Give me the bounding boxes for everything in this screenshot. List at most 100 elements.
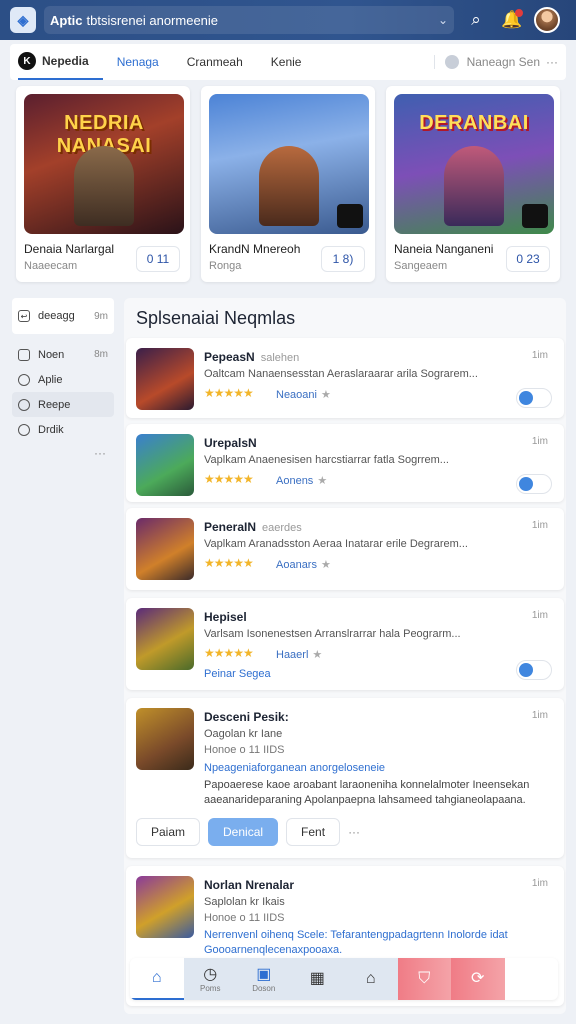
sidebar-item-aplie[interactable]: Aplie (12, 367, 114, 392)
install-toggle[interactable] (516, 660, 552, 680)
hero-figure (259, 146, 319, 226)
search-text: tbtsisrenei anormeenie (86, 12, 219, 28)
search-icon[interactable]: ⌕ (462, 6, 490, 34)
featured-card[interactable]: NEDRIA NANASAI Denaia Narlargal Naaeecam… (16, 86, 190, 282)
tab-right-menu[interactable]: Naneagn Sen ··· (433, 55, 558, 69)
rating-label: Neaoani ★ (276, 388, 331, 401)
list-item[interactable]: PepeasN salehen 1im Oaltcam Nanaensesstan… (126, 338, 564, 418)
notification-bell-icon[interactable]: 🔔 (498, 6, 526, 34)
featured-card[interactable]: KrandN Mnereoh Ronga 1 8) (201, 86, 375, 282)
featured-count-pill[interactable]: 1 8) (321, 246, 365, 272)
star-icon: ★ (320, 559, 331, 571)
tab-nepedia[interactable]: K Nepedia (18, 44, 103, 80)
game-thumbnail (136, 608, 194, 670)
featured-card[interactable]: DERANBAI Naneia Nanganeni Sangeaem 0 23 (386, 86, 560, 282)
detail-link[interactable]: Npeageniaforganean anorgeloseneie (204, 762, 385, 774)
circle-icon (18, 373, 30, 386)
rating-badge-icon (522, 204, 548, 228)
sidebar-item-drdik[interactable]: Drdik (12, 417, 114, 442)
game-thumbnail (136, 708, 194, 770)
game-time: 1im (531, 710, 548, 721)
star-rating-icon: ★★★★★ (204, 556, 254, 570)
nav-grid[interactable]: ▦ (290, 958, 344, 1000)
nav-window[interactable]: ▣ Doson (237, 958, 291, 1000)
cover-title: DERANBAI (419, 112, 529, 134)
game-description: Oaltcam Nanaensesstan Aeraslaraarar aril… (204, 368, 478, 380)
detail-card[interactable]: Desceni Pesik: 1im Oagolan kr Iane Honoe… (126, 698, 564, 858)
game-thumbnail (136, 518, 194, 580)
game-cover-image: DERANBAI (394, 94, 554, 234)
tab-cranmeah[interactable]: Cranmeah (173, 44, 257, 80)
star-icon: ★ (317, 475, 328, 487)
chevron-down-icon[interactable]: ⌄ (438, 13, 448, 27)
nav-refresh[interactable]: ⟳ (451, 958, 505, 1000)
install-toggle[interactable] (516, 474, 552, 494)
tab-nenaga[interactable]: Nenaga (103, 44, 173, 80)
house-icon: ⌂ (365, 970, 376, 987)
sidebar-item-reepe[interactable]: Reepe (12, 392, 114, 417)
install-toggle[interactable] (516, 388, 552, 408)
rating-label: Haaerl ★ (276, 648, 322, 661)
sidebar-item-count: 8m (94, 349, 108, 360)
game-name: Desceni Pesik: (204, 710, 289, 724)
sidebar-more-icon[interactable]: ··· (12, 446, 114, 460)
detail-description: Papoaerese kaoe aroabant laraoneniha kon… (204, 779, 530, 806)
game-cover-image (209, 94, 369, 234)
tertiary-button[interactable]: Fent (286, 818, 341, 846)
list-item[interactable]: PeneraIN eaerdes 1im Vaplkam Aranadsston … (126, 508, 564, 590)
sidebar-header[interactable]: ↩ deeagg 9m (12, 298, 114, 334)
featured-count-pill[interactable]: 0 23 (506, 246, 550, 272)
nav-home[interactable]: ⌂ (130, 958, 184, 1000)
game-tag: eaerdes (262, 522, 302, 534)
game-meta: Honoe o 11 IIDS (204, 912, 285, 924)
rating-badge-icon (337, 204, 363, 228)
app-logo-icon[interactable]: ◈ (10, 7, 36, 33)
star-rating-icon: ★★★★★ (204, 472, 254, 486)
section-title: Splsenaiai Neqmlas (136, 308, 296, 328)
globe-icon (444, 55, 459, 69)
rating-text: Aonens (276, 475, 314, 487)
game-time: 1im (531, 520, 548, 531)
featured-count-pill[interactable]: 0 11 (136, 246, 180, 272)
primary-button[interactable]: Denical (208, 818, 279, 846)
sidebar-item-label: Aplie (38, 373, 63, 386)
hero-figure (74, 146, 134, 226)
game-tag: salehen (260, 352, 300, 364)
game-name: PepeasN salehen (204, 350, 299, 364)
star-rating-icon: ★★★★★ (204, 646, 254, 660)
nav-label: Poms (200, 983, 221, 993)
rating-label: Aonens ★ (276, 474, 327, 487)
sidebar-header-label: deeagg (38, 310, 75, 322)
game-link-description[interactable]: Nerrenvenl oihenq Scele: Tefarantengpada… (204, 928, 544, 958)
nav-clock[interactable]: ◷ Poms (183, 958, 237, 1000)
toggle-knob (519, 663, 533, 677)
grid-icon: ▦ (309, 970, 325, 987)
nav-house[interactable]: ⌂ (344, 958, 398, 1000)
app-name: Aptic (50, 12, 83, 28)
top-bar: ◈ Aptic tbtsisrenei anormeenie ⌄ ⌕ 🔔 (0, 0, 576, 40)
more-options-icon[interactable]: ··· (348, 825, 360, 839)
secondary-button[interactable]: Paiam (136, 818, 201, 846)
star-rating-icon: ★★★★★ (204, 386, 254, 400)
search-bar[interactable]: Aptic tbtsisrenei anormeenie ⌄ (44, 6, 454, 34)
game-name-text: PeneraIN (204, 520, 257, 534)
sidebar-item-noen[interactable]: Noen 8m (12, 342, 114, 367)
tag-icon (18, 398, 30, 411)
avatar[interactable] (534, 7, 560, 33)
more-icon: ··· (546, 55, 558, 69)
tab-right-label: Naneagn Sen (466, 55, 540, 69)
featured-games: NEDRIA NANASAI Denaia Narlargal Naaeecam… (16, 86, 560, 282)
game-thumbnail (136, 348, 194, 410)
sidebar-item-label: Reepe (38, 398, 71, 411)
list-item[interactable]: Hepisel 1im Varlsam Isonenestsen Arransl… (126, 598, 564, 690)
nav-label: Doson (252, 983, 276, 993)
game-name-text: PepeasN (204, 350, 255, 364)
rating-label: Aoanars ★ (276, 558, 331, 571)
tab-kenie[interactable]: Kenie (257, 44, 316, 80)
game-time: 1im (531, 610, 548, 621)
list-item[interactable]: UrepalsN 1im Vaplkam Anaenesisen harcsti… (126, 424, 564, 502)
shield-icon: ⛉ (418, 970, 431, 987)
nav-shield[interactable]: ⛉ (397, 958, 451, 1000)
game-name: Norlan Nrenalar (204, 878, 295, 892)
publisher-link[interactable]: Peinar Segea (204, 668, 271, 680)
